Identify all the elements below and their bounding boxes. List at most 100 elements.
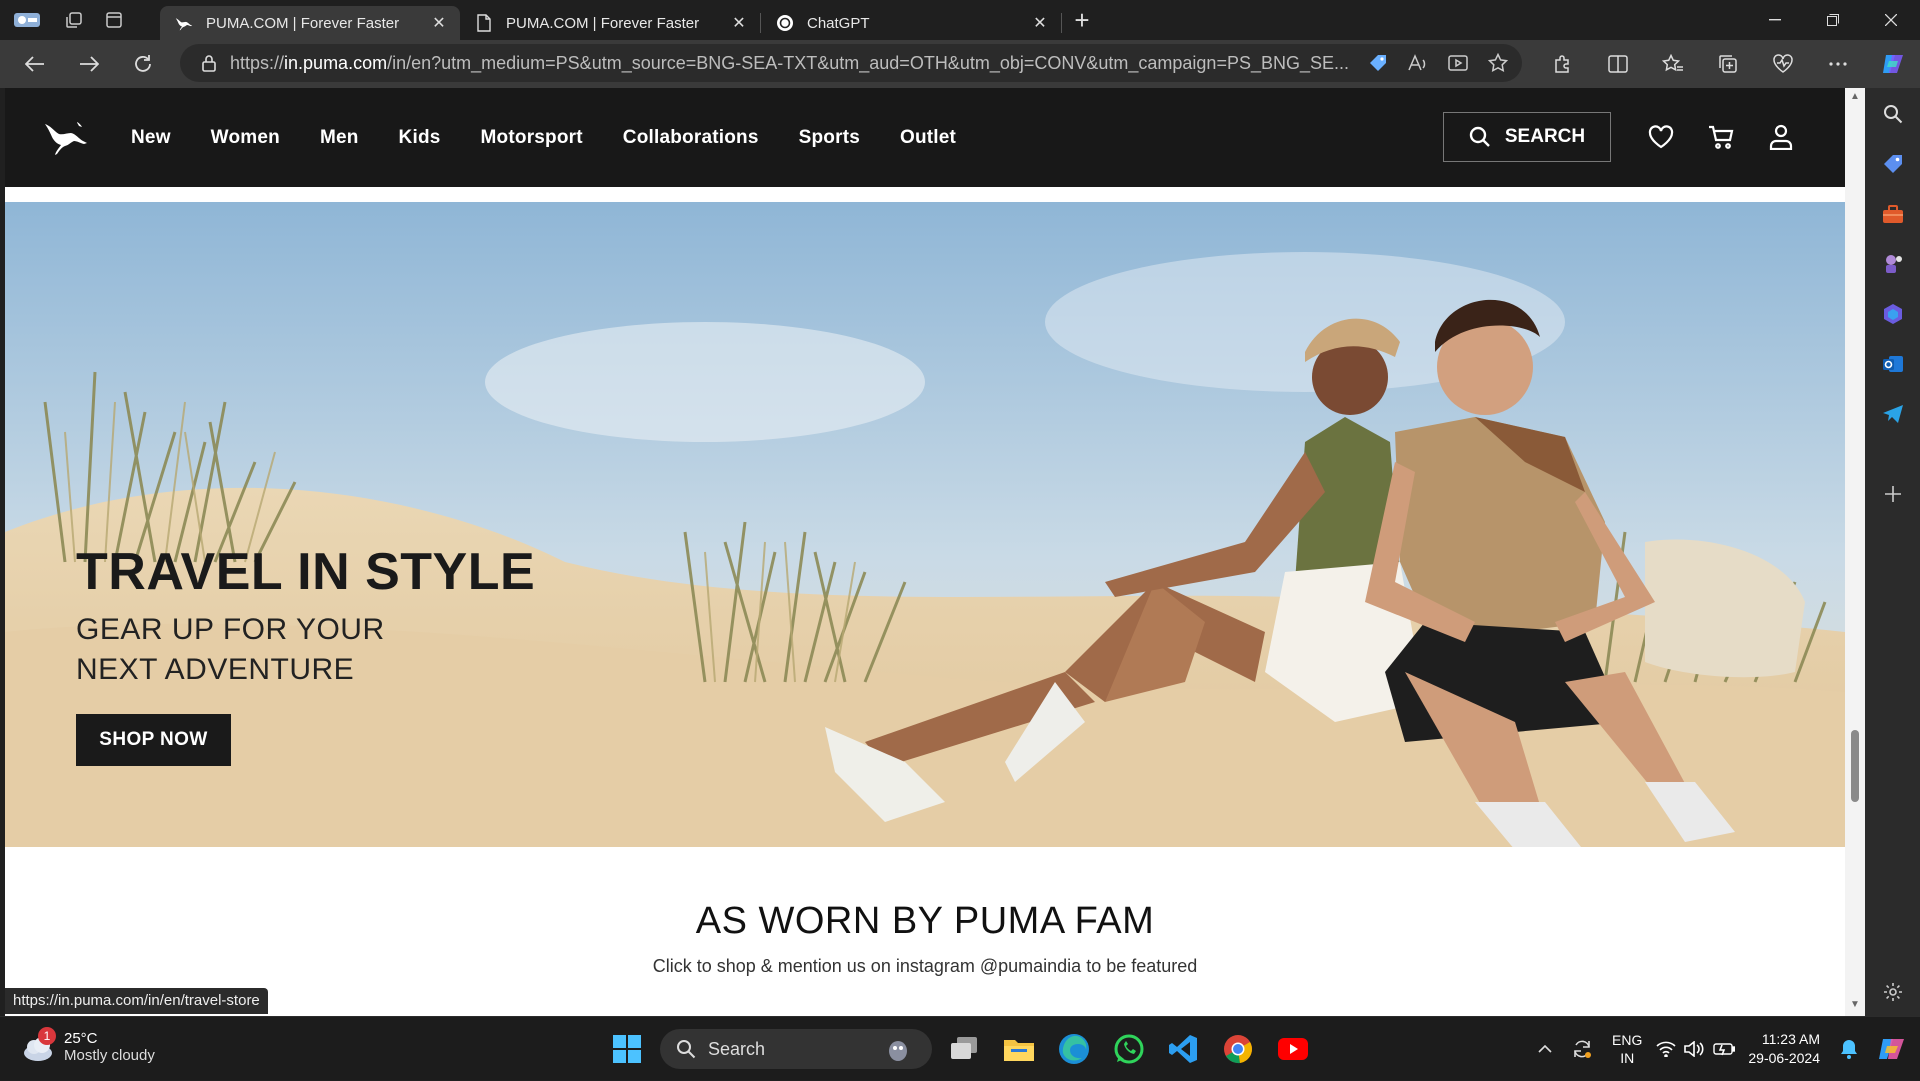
games-icon[interactable]: [1865, 244, 1920, 284]
puma-logo[interactable]: [43, 116, 89, 156]
task-view-icon[interactable]: [944, 1029, 984, 1069]
menu-men[interactable]: Men: [320, 127, 359, 149]
copilot-icon[interactable]: [1865, 40, 1920, 88]
hero-title: TRAVEL IN STYLE: [76, 543, 536, 601]
search-icon: [676, 1039, 696, 1059]
browser-tools: [1535, 40, 1920, 88]
clock-date: 29-06-2024: [1748, 1050, 1820, 1066]
battery-icon[interactable]: [1708, 1042, 1740, 1056]
notification-bell-icon[interactable]: [1834, 1039, 1864, 1059]
new-tab-button[interactable]: +: [1062, 0, 1102, 40]
read-aloud-icon[interactable]: [1408, 54, 1428, 72]
sidebar-settings-icon[interactable]: [1865, 972, 1920, 1012]
file-explorer-icon[interactable]: [999, 1029, 1039, 1069]
scroll-thumb[interactable]: [1851, 730, 1859, 802]
puma-favicon-icon: [174, 13, 194, 33]
wifi-icon[interactable]: [1652, 1041, 1680, 1057]
close-window-icon[interactable]: [1862, 0, 1920, 40]
favorite-star-icon[interactable]: [1488, 53, 1508, 73]
hero-subtitle: GEAR UP FOR YOUR NEXT ADVENTURE: [76, 610, 535, 690]
web-page: New Women Men Kids Motorsport Collaborat…: [5, 88, 1845, 1016]
close-tab-icon[interactable]: ✕: [728, 12, 750, 34]
status-bar-url: https://in.puma.com/in/en/travel-store: [5, 988, 268, 1014]
tab-actions-icon[interactable]: [94, 0, 134, 40]
search-icon: [1469, 126, 1491, 148]
account-icon[interactable]: [1765, 121, 1797, 153]
menu-kids[interactable]: Kids: [399, 127, 441, 149]
scroll-down-icon[interactable]: ▼: [1850, 1000, 1860, 1010]
sync-icon[interactable]: [1562, 1038, 1602, 1060]
site-header: New Women Men Kids Motorsport Collaborat…: [5, 88, 1845, 187]
hero-banner[interactable]: TRAVEL IN STYLE GEAR UP FOR YOUR NEXT AD…: [5, 202, 1845, 847]
add-sidebar-icon[interactable]: [1865, 474, 1920, 514]
address-bar[interactable]: https://in.puma.com/in/en?utm_medium=PS&…: [180, 44, 1522, 82]
outlook-icon[interactable]: [1865, 344, 1920, 384]
wishlist-heart-icon[interactable]: [1645, 121, 1677, 153]
cloud-icon: 1: [20, 1027, 56, 1065]
shopping-tag-icon[interactable]: [1865, 144, 1920, 184]
lock-icon[interactable]: [202, 54, 216, 72]
weather-widget[interactable]: 1 25°C Mostly cloudy: [20, 1027, 155, 1065]
language-indicator[interactable]: ENG IN: [1612, 1031, 1642, 1067]
url-text[interactable]: https://in.puma.com/in/en?utm_medium=PS&…: [230, 53, 1350, 74]
tab-bar: PUMA.COM | Forever Faster ✕ PUMA.COM | F…: [0, 0, 1920, 40]
refresh-button[interactable]: [116, 40, 170, 88]
workspaces-icon[interactable]: [54, 0, 94, 40]
vscode-icon[interactable]: [1163, 1029, 1203, 1069]
section-title: AS WORN BY PUMA FAM: [695, 900, 1155, 942]
clock-time: 11:23 AM: [1761, 1031, 1820, 1047]
browser-essentials-icon[interactable]: [1755, 40, 1810, 88]
microsoft-365-icon[interactable]: [1865, 294, 1920, 334]
taskbar-search-label: Search: [708, 1038, 766, 1059]
search-button[interactable]: SEARCH: [1443, 112, 1611, 162]
tab-chatgpt[interactable]: ChatGPT ✕: [761, 6, 1061, 40]
whatsapp-icon[interactable]: [1109, 1029, 1149, 1069]
main-menu: New Women Men Kids Motorsport Collaborat…: [131, 88, 996, 187]
profile-icon[interactable]: [0, 0, 54, 40]
windows-start-icon[interactable]: [607, 1029, 647, 1069]
menu-collaborations[interactable]: Collaborations: [623, 127, 759, 149]
system-tray: ENG IN 11:23 AM 29-06-2024: [1528, 1017, 1920, 1081]
edge-browser-icon[interactable]: [1054, 1029, 1094, 1069]
chrome-icon[interactable]: [1218, 1029, 1258, 1069]
menu-women[interactable]: Women: [211, 127, 280, 149]
tab-puma-2[interactable]: PUMA.COM | Forever Faster ✕: [460, 6, 760, 40]
tab-puma-1[interactable]: PUMA.COM | Forever Faster ✕: [160, 6, 460, 40]
tools-briefcase-icon[interactable]: [1865, 194, 1920, 234]
copilot-taskbar-icon[interactable]: [1864, 1034, 1920, 1064]
sidebar-search-icon[interactable]: [1865, 94, 1920, 134]
split-screen-icon[interactable]: [1590, 40, 1645, 88]
tray-overflow-chevron-icon[interactable]: [1528, 1045, 1562, 1053]
send-telegram-icon[interactable]: [1865, 394, 1920, 434]
more-menu-icon[interactable]: [1810, 40, 1865, 88]
minimize-icon[interactable]: [1746, 0, 1804, 40]
clock[interactable]: 11:23 AM 29-06-2024: [1748, 1030, 1820, 1068]
forward-button[interactable]: [62, 40, 116, 88]
menu-outlet[interactable]: Outlet: [900, 127, 956, 149]
close-tab-icon[interactable]: ✕: [1029, 12, 1051, 34]
extensions-icon[interactable]: [1535, 40, 1590, 88]
immersive-reader-icon[interactable]: [1448, 54, 1468, 72]
hero-subtitle-line-1: GEAR UP FOR YOUR: [76, 613, 385, 646]
volume-icon[interactable]: [1680, 1041, 1708, 1057]
language-code: ENG: [1612, 1032, 1643, 1048]
taskbar-search[interactable]: Search: [660, 1029, 932, 1069]
youtube-icon[interactable]: [1273, 1029, 1313, 1069]
scroll-up-icon[interactable]: ▲: [1850, 92, 1860, 102]
back-button[interactable]: [8, 40, 62, 88]
cart-icon[interactable]: [1705, 121, 1737, 153]
window-controls: [1746, 0, 1920, 40]
shop-now-button[interactable]: SHOP NOW: [76, 714, 231, 766]
close-tab-icon[interactable]: ✕: [428, 12, 450, 34]
menu-sports[interactable]: Sports: [799, 127, 860, 149]
coupon-tag-icon[interactable]: [1368, 53, 1388, 73]
favorites-icon[interactable]: [1645, 40, 1700, 88]
page-scrollbar[interactable]: ▲ ▼: [1845, 88, 1865, 1016]
weather-condition: Mostly cloudy: [64, 1047, 155, 1064]
collections-icon[interactable]: [1700, 40, 1755, 88]
region-code: IN: [1620, 1050, 1635, 1066]
menu-motorsport[interactable]: Motorsport: [481, 127, 583, 149]
restore-icon[interactable]: [1804, 0, 1862, 40]
menu-new[interactable]: New: [131, 127, 171, 149]
hero-subtitle-line-2: NEXT ADVENTURE: [76, 653, 355, 686]
